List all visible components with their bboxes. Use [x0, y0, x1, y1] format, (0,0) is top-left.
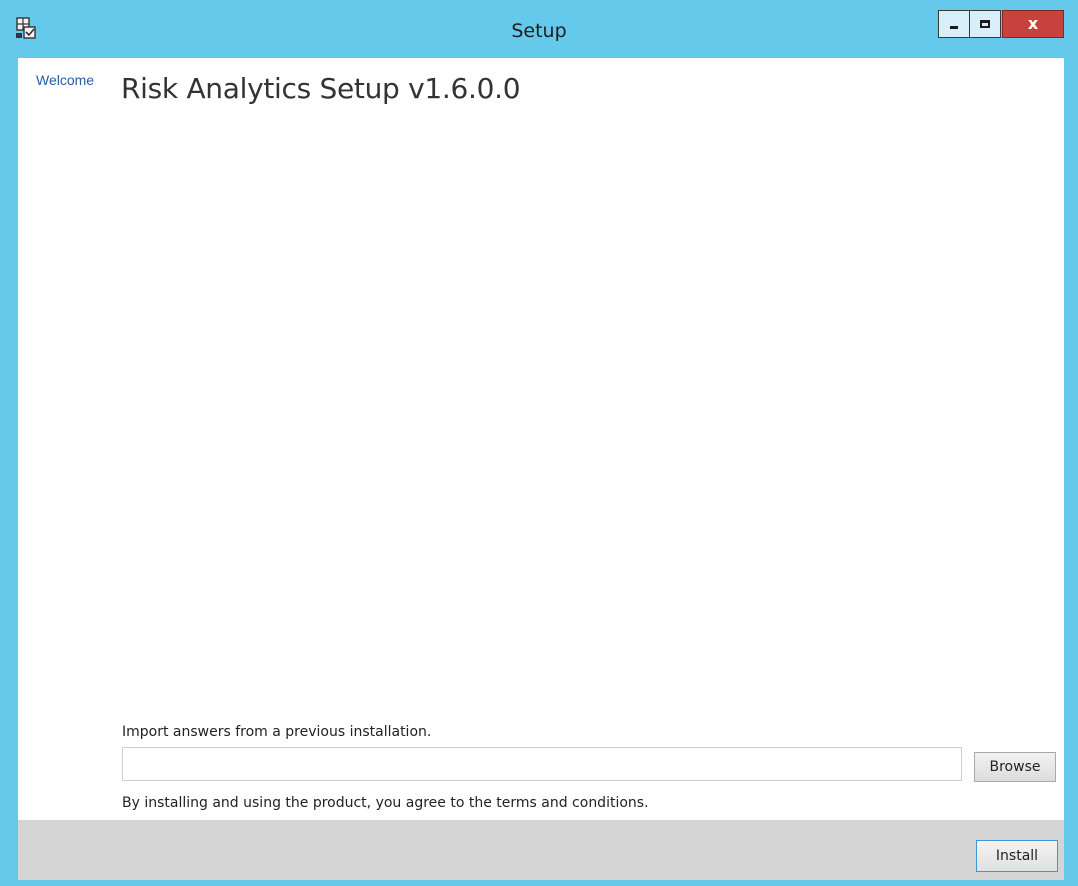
minimize-icon	[950, 26, 958, 29]
import-path-input[interactable]	[122, 747, 962, 781]
page-title: Risk Analytics Setup v1.6.0.0	[121, 72, 521, 105]
browse-button[interactable]: Browse	[974, 752, 1056, 782]
close-button[interactable]: x	[1002, 10, 1064, 38]
install-button[interactable]: Install	[976, 840, 1058, 872]
maximize-icon	[980, 20, 990, 28]
import-answers-label: Import answers from a previous installat…	[122, 724, 432, 740]
footer-bar: Install	[18, 820, 1064, 880]
setup-window: Setup x Welcome Risk Analytics Setup v1.…	[0, 0, 1078, 886]
terms-text: By installing and using the product, you…	[122, 795, 649, 811]
title-bar[interactable]: Setup x	[0, 0, 1078, 58]
window-title: Setup	[511, 20, 567, 42]
window-bottom-border[interactable]	[0, 880, 1078, 886]
maximize-button[interactable]	[969, 10, 1001, 38]
close-icon: x	[1027, 14, 1039, 33]
minimize-button[interactable]	[938, 10, 970, 38]
nav-item-welcome[interactable]: Welcome	[36, 72, 94, 88]
content-pane: Welcome Risk Analytics Setup v1.6.0.0 Im…	[18, 58, 1064, 820]
